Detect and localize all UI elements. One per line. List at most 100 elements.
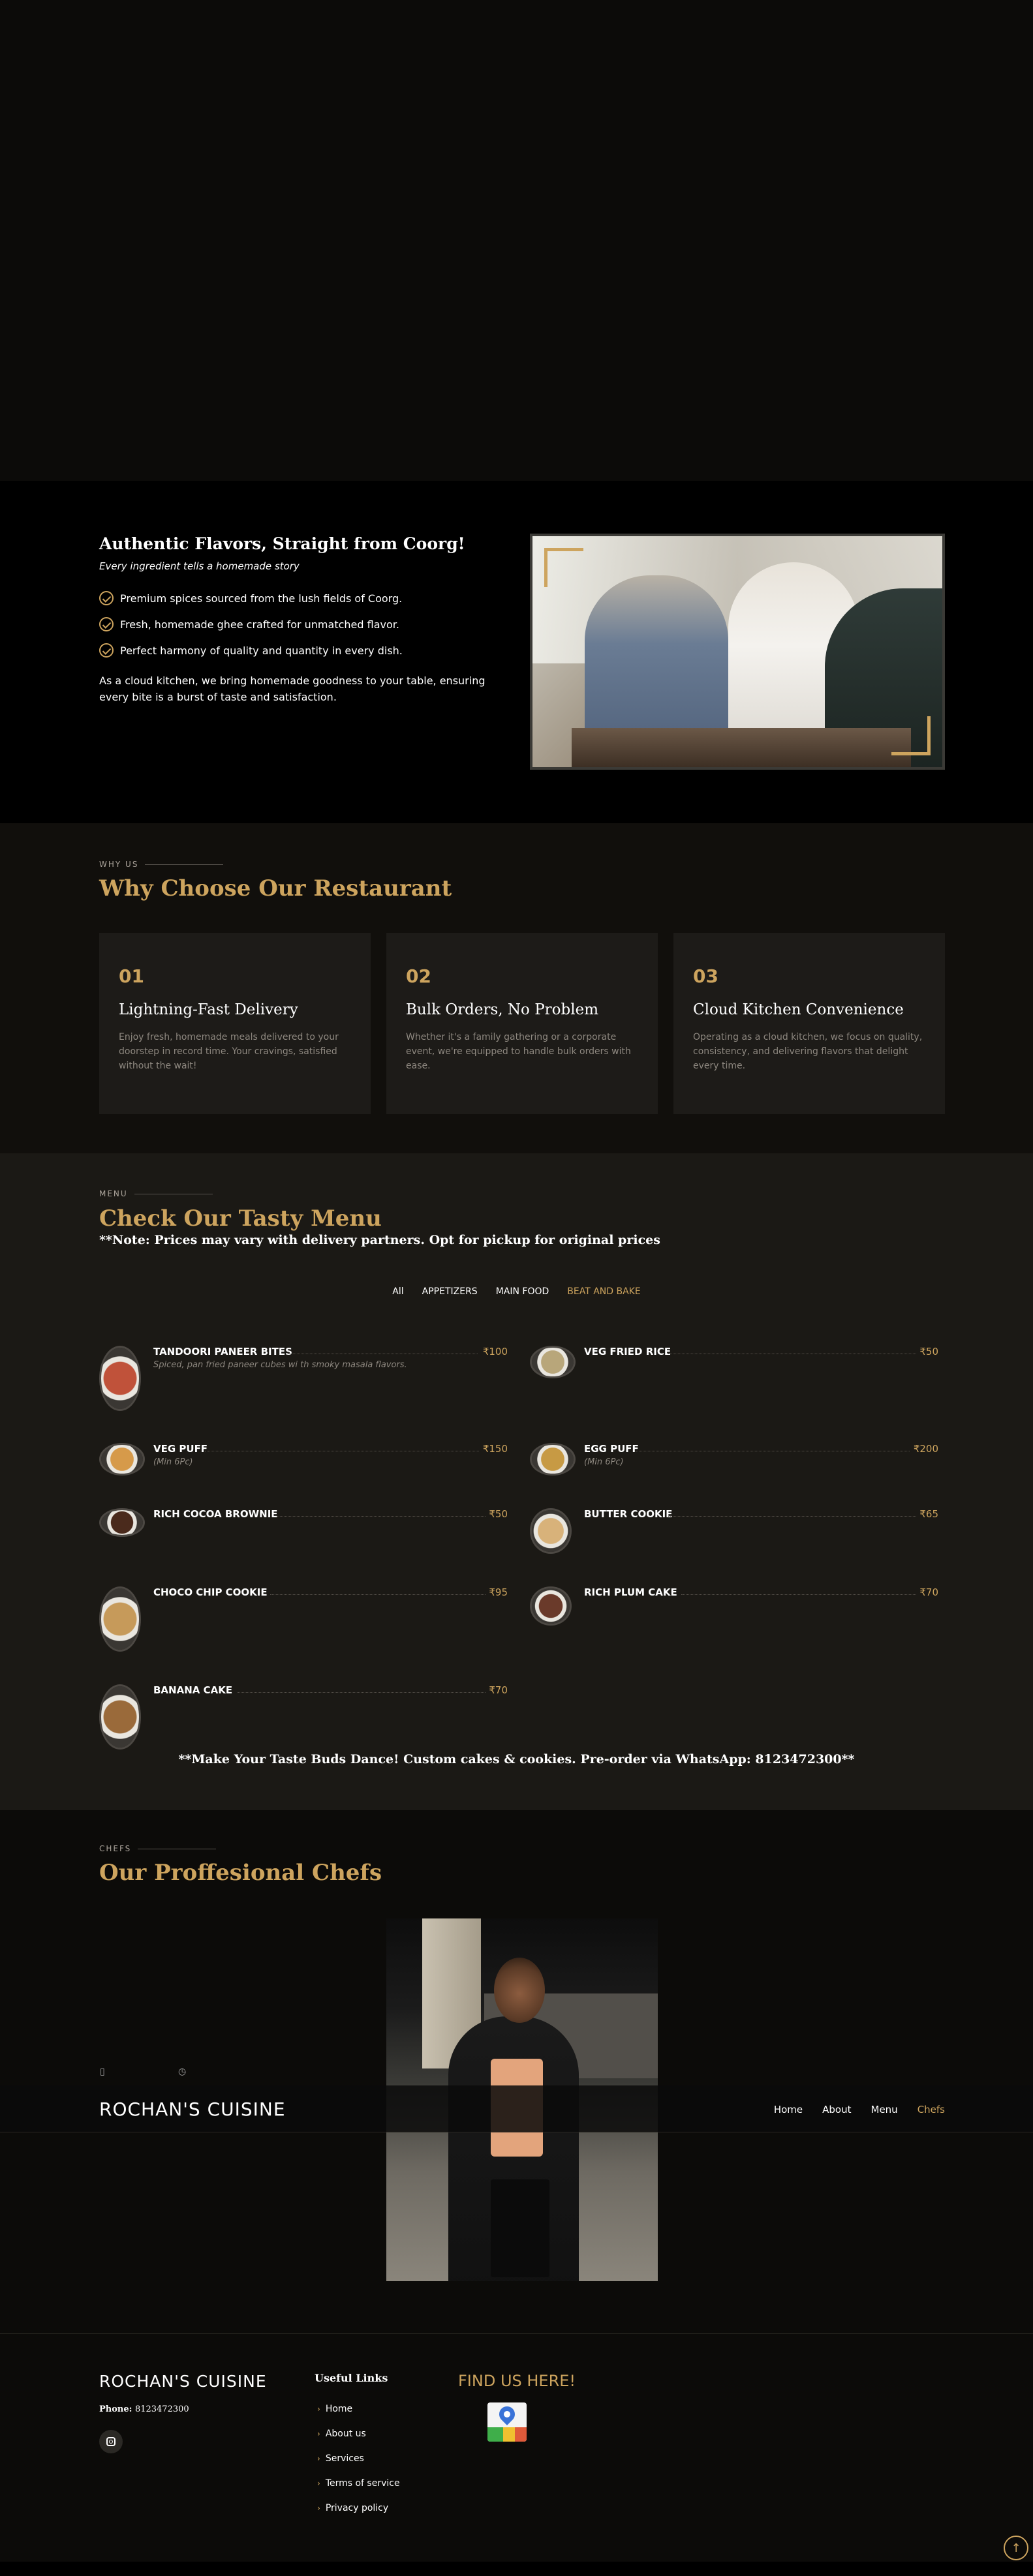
list-item: Fresh, homemade ghee crafted for unmatch… <box>99 611 403 637</box>
card-title: Bulk Orders, No Problem <box>406 1001 599 1018</box>
footer-link-terms[interactable]: › Terms of service <box>317 2471 400 2496</box>
menu-item-price: ₹70 <box>919 1586 938 1598</box>
menu-item-price: ₹50 <box>919 1346 938 1357</box>
corner-accent <box>891 716 931 755</box>
menu-item[interactable]: RICH COCOA BROWNIE ₹50 <box>99 1508 508 1573</box>
card-number: 03 <box>693 965 718 987</box>
menu-item[interactable]: EGG PUFF ₹200 (Min 6Pc) <box>530 1443 938 1508</box>
check-circle-icon <box>99 643 114 658</box>
menu-item[interactable]: TANDOORI PANEER BITES ₹100 Spiced, pan f… <box>99 1346 508 1411</box>
menu-filters: All APPETIZERS MAIN FOOD BEAT AND BAKE <box>0 1286 1033 1297</box>
corner-accent <box>544 548 583 587</box>
about-image <box>530 534 945 770</box>
footer-link-about[interactable]: › About us <box>317 2421 400 2446</box>
filter-all[interactable]: All <box>392 1286 403 1297</box>
chevron-right-icon: › <box>317 2429 320 2438</box>
nav-chefs[interactable]: Chefs <box>917 2104 945 2115</box>
card-title: Cloud Kitchen Convenience <box>693 1001 904 1018</box>
menu-item[interactable]: CHOCO CHIP COOKIE ₹95 <box>99 1586 508 1652</box>
menu-item-price: ₹200 <box>913 1443 938 1455</box>
menu-item-name: TANDOORI PANEER BITES <box>153 1346 292 1357</box>
card-number: 01 <box>119 965 144 987</box>
menu-item-image <box>99 1684 141 1750</box>
menu-item-price: ₹95 <box>489 1586 508 1598</box>
why-card: 01 Lightning-Fast Delivery Enjoy fresh, … <box>99 933 371 1114</box>
menu-note: **Note: Prices may vary with delivery pa… <box>99 1233 660 1247</box>
menu-item-price: ₹70 <box>489 1684 508 1696</box>
menu-item[interactable]: BANANA CAKE ₹70 <box>99 1684 508 1750</box>
menu-item[interactable]: VEG PUFF ₹150 (Min 6Pc) <box>99 1443 508 1508</box>
list-item: Premium spices sourced from the lush fie… <box>99 585 403 611</box>
menu-item-image <box>99 1443 145 1476</box>
section-tag: CHEFS <box>99 1844 216 1853</box>
back-to-top-button[interactable]: ↑ <box>1004 2536 1028 2560</box>
card-number: 02 <box>406 965 431 987</box>
menu-item[interactable]: BUTTER COOKIE ₹65 <box>530 1508 938 1573</box>
menu-item[interactable]: RICH PLUM CAKE ₹70 <box>530 1586 938 1652</box>
menu-item-name: VEG FRIED RICE <box>584 1346 671 1357</box>
footer-link-services[interactable]: › Services <box>317 2446 400 2471</box>
list-item: Perfect harmony of quality and quantity … <box>99 637 403 663</box>
chevron-right-icon: › <box>317 2504 320 2513</box>
footer-link-home[interactable]: › Home <box>317 2397 400 2421</box>
menu-item-image <box>530 1443 576 1476</box>
about-title: Authentic Flavors, Straight from Coorg! <box>99 534 465 553</box>
menu-item-name: EGG PUFF <box>584 1443 639 1455</box>
main-nav: Home About Menu Chefs <box>774 2104 945 2115</box>
menu-item-price: ₹65 <box>919 1508 938 1520</box>
site-header: ROCHAN'S CUISINE Home About Menu Chefs <box>0 2085 1033 2132</box>
menu-item[interactable]: VEG FRIED RICE ₹50 <box>530 1346 938 1411</box>
card-title: Lightning-Fast Delivery <box>119 1001 298 1018</box>
menu-item-image <box>99 1586 141 1652</box>
section-title: Our Proffesional Chefs <box>99 1860 382 1886</box>
why-us-section: WHY US Why Choose Our Restaurant 01 Ligh… <box>0 823 1033 1153</box>
about-subtitle: Every ingredient tells a homemade story <box>99 560 300 572</box>
menu-item-name: RICH COCOA BROWNIE <box>153 1508 278 1520</box>
menu-item-description: (Min 6Pc) <box>153 1457 193 1467</box>
site-logo[interactable]: ROCHAN'S CUISINE <box>99 2099 286 2120</box>
about-paragraph: As a cloud kitchen, we bring homemade go… <box>99 674 486 703</box>
card-text: Whether it's a family gathering or a cor… <box>406 1032 631 1071</box>
menu-section: MENU Check Our Tasty Menu **Note: Prices… <box>0 1153 1033 1810</box>
chefs-section: CHEFS Our Proffesional Chefs <box>0 1810 1033 2333</box>
hero-section <box>0 0 1033 481</box>
nav-home[interactable]: Home <box>774 2104 803 2115</box>
menu-item-name: RICH PLUM CAKE <box>584 1586 677 1598</box>
nav-about[interactable]: About <box>822 2104 851 2115</box>
filter-main-food[interactable]: MAIN FOOD <box>496 1286 549 1297</box>
about-points: Premium spices sourced from the lush fie… <box>99 585 403 663</box>
filter-appetizers[interactable]: APPETIZERS <box>422 1286 478 1297</box>
menu-item-name: BUTTER COOKIE <box>584 1508 673 1520</box>
instagram-icon[interactable] <box>99 2430 123 2453</box>
section-tag: WHY US <box>99 860 223 869</box>
footer-links-title: Useful Links <box>315 2372 388 2384</box>
menu-item-price: ₹50 <box>489 1508 508 1520</box>
map-pin-icon[interactable] <box>487 2402 527 2442</box>
card-text: Operating as a cloud kitchen, we focus o… <box>693 1032 923 1071</box>
menu-item-image <box>99 1346 141 1411</box>
nav-menu[interactable]: Menu <box>871 2104 898 2115</box>
menu-item-image <box>530 1508 572 1554</box>
check-circle-icon <box>99 617 114 631</box>
why-card: 03 Cloud Kitchen Convenience Operating a… <box>673 933 945 1114</box>
chevron-right-icon: › <box>317 2404 320 2414</box>
section-tag: MENU <box>99 1189 213 1198</box>
footer-links: › Home › About us › Services › Terms of serv… <box>317 2397 400 2521</box>
menu-item-image <box>530 1346 576 1378</box>
about-section: Authentic Flavors, Straight from Coorg! … <box>0 481 1033 823</box>
menu-item-image <box>99 1508 145 1537</box>
section-title: Why Choose Our Restaurant <box>99 875 452 902</box>
menu-item-description: (Min 6Pc) <box>584 1457 624 1467</box>
filter-beat-and-bake[interactable]: BEAT AND BAKE <box>567 1286 640 1297</box>
section-title: Check Our Tasty Menu <box>99 1205 382 1232</box>
footer-phone: Phone: 8123472300 <box>99 2404 189 2414</box>
clock-icon: ◷ <box>178 2067 187 2077</box>
card-text: Enjoy fresh, homemade meals delivered to… <box>119 1032 339 1071</box>
find-us-title: FIND US HERE! <box>458 2372 576 2390</box>
menu-item-name: VEG PUFF <box>153 1443 208 1455</box>
menu-footer-note: **Make Your Taste Buds Dance! Custom cak… <box>178 1752 855 1766</box>
footer-link-privacy[interactable]: › Privacy policy <box>317 2496 400 2521</box>
menu-item-image <box>530 1586 572 1626</box>
menu-item-price: ₹100 <box>482 1346 508 1357</box>
chevron-right-icon: › <box>317 2454 320 2463</box>
